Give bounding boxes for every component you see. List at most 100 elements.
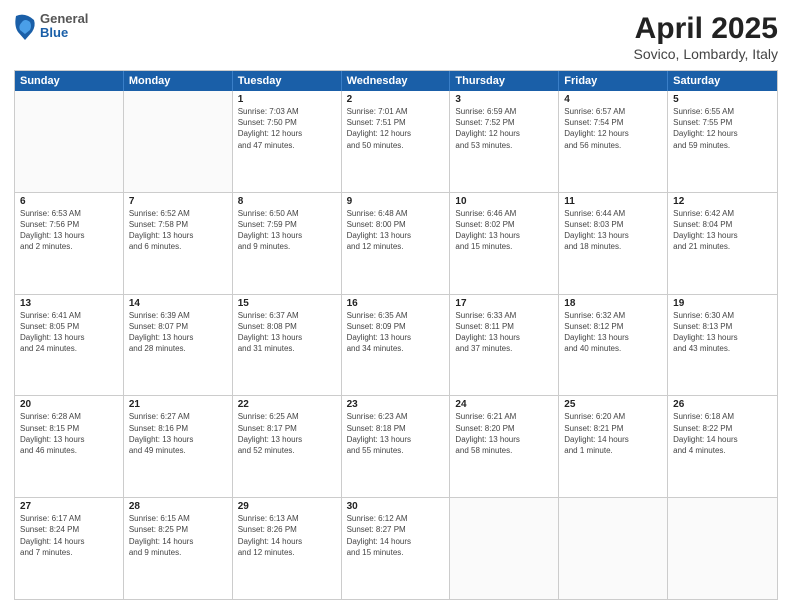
day-info-13: Sunrise: 6:41 AM Sunset: 8:05 PM Dayligh… (20, 310, 118, 355)
day-cell-4: 4Sunrise: 6:57 AM Sunset: 7:54 PM Daylig… (559, 91, 668, 192)
day-number-1: 1 (238, 94, 336, 105)
day-number-22: 22 (238, 399, 336, 410)
logo-blue-text: Blue (40, 26, 88, 40)
day-cell-18: 18Sunrise: 6:32 AM Sunset: 8:12 PM Dayli… (559, 295, 668, 396)
day-number-16: 16 (347, 298, 445, 309)
day-number-25: 25 (564, 399, 662, 410)
day-info-14: Sunrise: 6:39 AM Sunset: 8:07 PM Dayligh… (129, 310, 227, 355)
logo-icon (14, 12, 36, 40)
day-info-30: Sunrise: 6:12 AM Sunset: 8:27 PM Dayligh… (347, 513, 445, 558)
day-number-26: 26 (673, 399, 772, 410)
day-cell-24: 24Sunrise: 6:21 AM Sunset: 8:20 PM Dayli… (450, 396, 559, 497)
day-info-27: Sunrise: 6:17 AM Sunset: 8:24 PM Dayligh… (20, 513, 118, 558)
day-info-1: Sunrise: 7:03 AM Sunset: 7:50 PM Dayligh… (238, 106, 336, 151)
calendar-row-4: 27Sunrise: 6:17 AM Sunset: 8:24 PM Dayli… (15, 498, 777, 599)
day-cell-27: 27Sunrise: 6:17 AM Sunset: 8:24 PM Dayli… (15, 498, 124, 599)
day-info-15: Sunrise: 6:37 AM Sunset: 8:08 PM Dayligh… (238, 310, 336, 355)
day-number-5: 5 (673, 94, 772, 105)
day-cell-5: 5Sunrise: 6:55 AM Sunset: 7:55 PM Daylig… (668, 91, 777, 192)
empty-cell-4-5 (559, 498, 668, 599)
day-info-10: Sunrise: 6:46 AM Sunset: 8:02 PM Dayligh… (455, 208, 553, 253)
header-cell-tuesday: Tuesday (233, 71, 342, 91)
header-cell-monday: Monday (124, 71, 233, 91)
day-info-5: Sunrise: 6:55 AM Sunset: 7:55 PM Dayligh… (673, 106, 772, 151)
day-number-11: 11 (564, 196, 662, 207)
day-number-21: 21 (129, 399, 227, 410)
calendar: SundayMondayTuesdayWednesdayThursdayFrid… (14, 70, 778, 600)
day-cell-12: 12Sunrise: 6:42 AM Sunset: 8:04 PM Dayli… (668, 193, 777, 294)
header-cell-wednesday: Wednesday (342, 71, 451, 91)
day-number-20: 20 (20, 399, 118, 410)
day-number-24: 24 (455, 399, 553, 410)
day-number-10: 10 (455, 196, 553, 207)
day-number-2: 2 (347, 94, 445, 105)
day-info-2: Sunrise: 7:01 AM Sunset: 7:51 PM Dayligh… (347, 106, 445, 151)
day-number-29: 29 (238, 501, 336, 512)
day-number-15: 15 (238, 298, 336, 309)
day-info-22: Sunrise: 6:25 AM Sunset: 8:17 PM Dayligh… (238, 411, 336, 456)
empty-cell-0-1 (124, 91, 233, 192)
day-info-9: Sunrise: 6:48 AM Sunset: 8:00 PM Dayligh… (347, 208, 445, 253)
logo: General Blue (14, 12, 88, 41)
day-info-3: Sunrise: 6:59 AM Sunset: 7:52 PM Dayligh… (455, 106, 553, 151)
day-cell-22: 22Sunrise: 6:25 AM Sunset: 8:17 PM Dayli… (233, 396, 342, 497)
empty-cell-4-6 (668, 498, 777, 599)
day-info-8: Sunrise: 6:50 AM Sunset: 7:59 PM Dayligh… (238, 208, 336, 253)
day-info-23: Sunrise: 6:23 AM Sunset: 8:18 PM Dayligh… (347, 411, 445, 456)
day-number-7: 7 (129, 196, 227, 207)
calendar-body: 1Sunrise: 7:03 AM Sunset: 7:50 PM Daylig… (15, 91, 777, 599)
day-info-11: Sunrise: 6:44 AM Sunset: 8:03 PM Dayligh… (564, 208, 662, 253)
day-cell-17: 17Sunrise: 6:33 AM Sunset: 8:11 PM Dayli… (450, 295, 559, 396)
empty-cell-4-4 (450, 498, 559, 599)
day-cell-13: 13Sunrise: 6:41 AM Sunset: 8:05 PM Dayli… (15, 295, 124, 396)
day-info-29: Sunrise: 6:13 AM Sunset: 8:26 PM Dayligh… (238, 513, 336, 558)
day-info-25: Sunrise: 6:20 AM Sunset: 8:21 PM Dayligh… (564, 411, 662, 456)
day-number-8: 8 (238, 196, 336, 207)
header-cell-sunday: Sunday (15, 71, 124, 91)
day-number-13: 13 (20, 298, 118, 309)
day-cell-25: 25Sunrise: 6:20 AM Sunset: 8:21 PM Dayli… (559, 396, 668, 497)
day-info-28: Sunrise: 6:15 AM Sunset: 8:25 PM Dayligh… (129, 513, 227, 558)
day-number-23: 23 (347, 399, 445, 410)
day-number-3: 3 (455, 94, 553, 105)
day-info-12: Sunrise: 6:42 AM Sunset: 8:04 PM Dayligh… (673, 208, 772, 253)
calendar-header-row: SundayMondayTuesdayWednesdayThursdayFrid… (15, 71, 777, 91)
calendar-row-0: 1Sunrise: 7:03 AM Sunset: 7:50 PM Daylig… (15, 91, 777, 193)
day-info-17: Sunrise: 6:33 AM Sunset: 8:11 PM Dayligh… (455, 310, 553, 355)
day-cell-6: 6Sunrise: 6:53 AM Sunset: 7:56 PM Daylig… (15, 193, 124, 294)
day-info-24: Sunrise: 6:21 AM Sunset: 8:20 PM Dayligh… (455, 411, 553, 456)
day-cell-11: 11Sunrise: 6:44 AM Sunset: 8:03 PM Dayli… (559, 193, 668, 294)
calendar-row-2: 13Sunrise: 6:41 AM Sunset: 8:05 PM Dayli… (15, 295, 777, 397)
day-info-4: Sunrise: 6:57 AM Sunset: 7:54 PM Dayligh… (564, 106, 662, 151)
day-info-7: Sunrise: 6:52 AM Sunset: 7:58 PM Dayligh… (129, 208, 227, 253)
day-cell-2: 2Sunrise: 7:01 AM Sunset: 7:51 PM Daylig… (342, 91, 451, 192)
header-cell-saturday: Saturday (668, 71, 777, 91)
day-cell-30: 30Sunrise: 6:12 AM Sunset: 8:27 PM Dayli… (342, 498, 451, 599)
day-cell-20: 20Sunrise: 6:28 AM Sunset: 8:15 PM Dayli… (15, 396, 124, 497)
empty-cell-0-0 (15, 91, 124, 192)
day-info-26: Sunrise: 6:18 AM Sunset: 8:22 PM Dayligh… (673, 411, 772, 456)
day-number-28: 28 (129, 501, 227, 512)
day-info-16: Sunrise: 6:35 AM Sunset: 8:09 PM Dayligh… (347, 310, 445, 355)
day-number-17: 17 (455, 298, 553, 309)
day-cell-15: 15Sunrise: 6:37 AM Sunset: 8:08 PM Dayli… (233, 295, 342, 396)
day-cell-29: 29Sunrise: 6:13 AM Sunset: 8:26 PM Dayli… (233, 498, 342, 599)
day-cell-8: 8Sunrise: 6:50 AM Sunset: 7:59 PM Daylig… (233, 193, 342, 294)
day-cell-9: 9Sunrise: 6:48 AM Sunset: 8:00 PM Daylig… (342, 193, 451, 294)
day-cell-10: 10Sunrise: 6:46 AM Sunset: 8:02 PM Dayli… (450, 193, 559, 294)
day-number-27: 27 (20, 501, 118, 512)
day-number-14: 14 (129, 298, 227, 309)
day-number-18: 18 (564, 298, 662, 309)
day-number-9: 9 (347, 196, 445, 207)
day-cell-28: 28Sunrise: 6:15 AM Sunset: 8:25 PM Dayli… (124, 498, 233, 599)
header-cell-friday: Friday (559, 71, 668, 91)
day-number-30: 30 (347, 501, 445, 512)
day-info-6: Sunrise: 6:53 AM Sunset: 7:56 PM Dayligh… (20, 208, 118, 253)
day-cell-19: 19Sunrise: 6:30 AM Sunset: 8:13 PM Dayli… (668, 295, 777, 396)
day-number-12: 12 (673, 196, 772, 207)
subtitle: Sovico, Lombardy, Italy (634, 46, 778, 62)
main-title: April 2025 (634, 12, 778, 46)
day-cell-14: 14Sunrise: 6:39 AM Sunset: 8:07 PM Dayli… (124, 295, 233, 396)
page: General Blue April 2025 Sovico, Lombardy… (0, 0, 792, 612)
day-cell-16: 16Sunrise: 6:35 AM Sunset: 8:09 PM Dayli… (342, 295, 451, 396)
